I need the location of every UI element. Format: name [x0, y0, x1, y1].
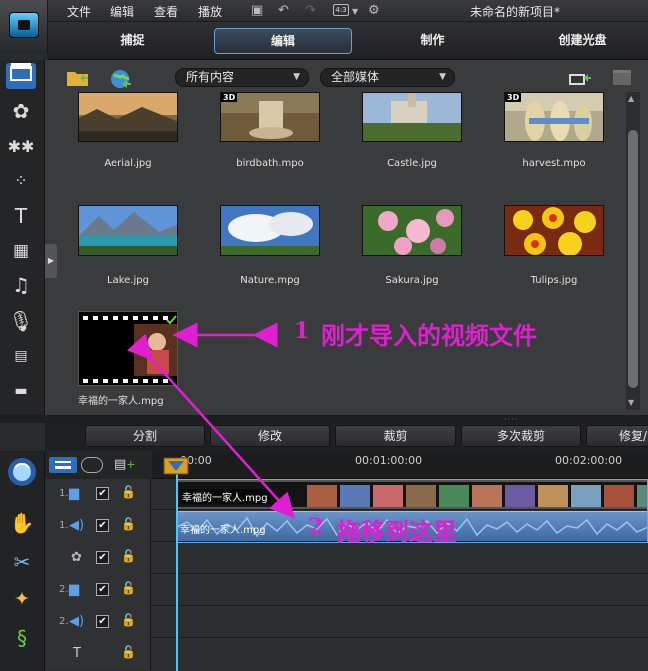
annotation-step-1-number: 1 — [294, 318, 310, 344]
annotation-step-2-text: 拖移到这里 — [337, 517, 457, 546]
annotation-step-2-number: 2 — [308, 514, 324, 540]
annotation-step-1-text: 刚才导入的视频文件 — [321, 321, 537, 350]
annotation-arrow-2 — [127, 333, 296, 519]
